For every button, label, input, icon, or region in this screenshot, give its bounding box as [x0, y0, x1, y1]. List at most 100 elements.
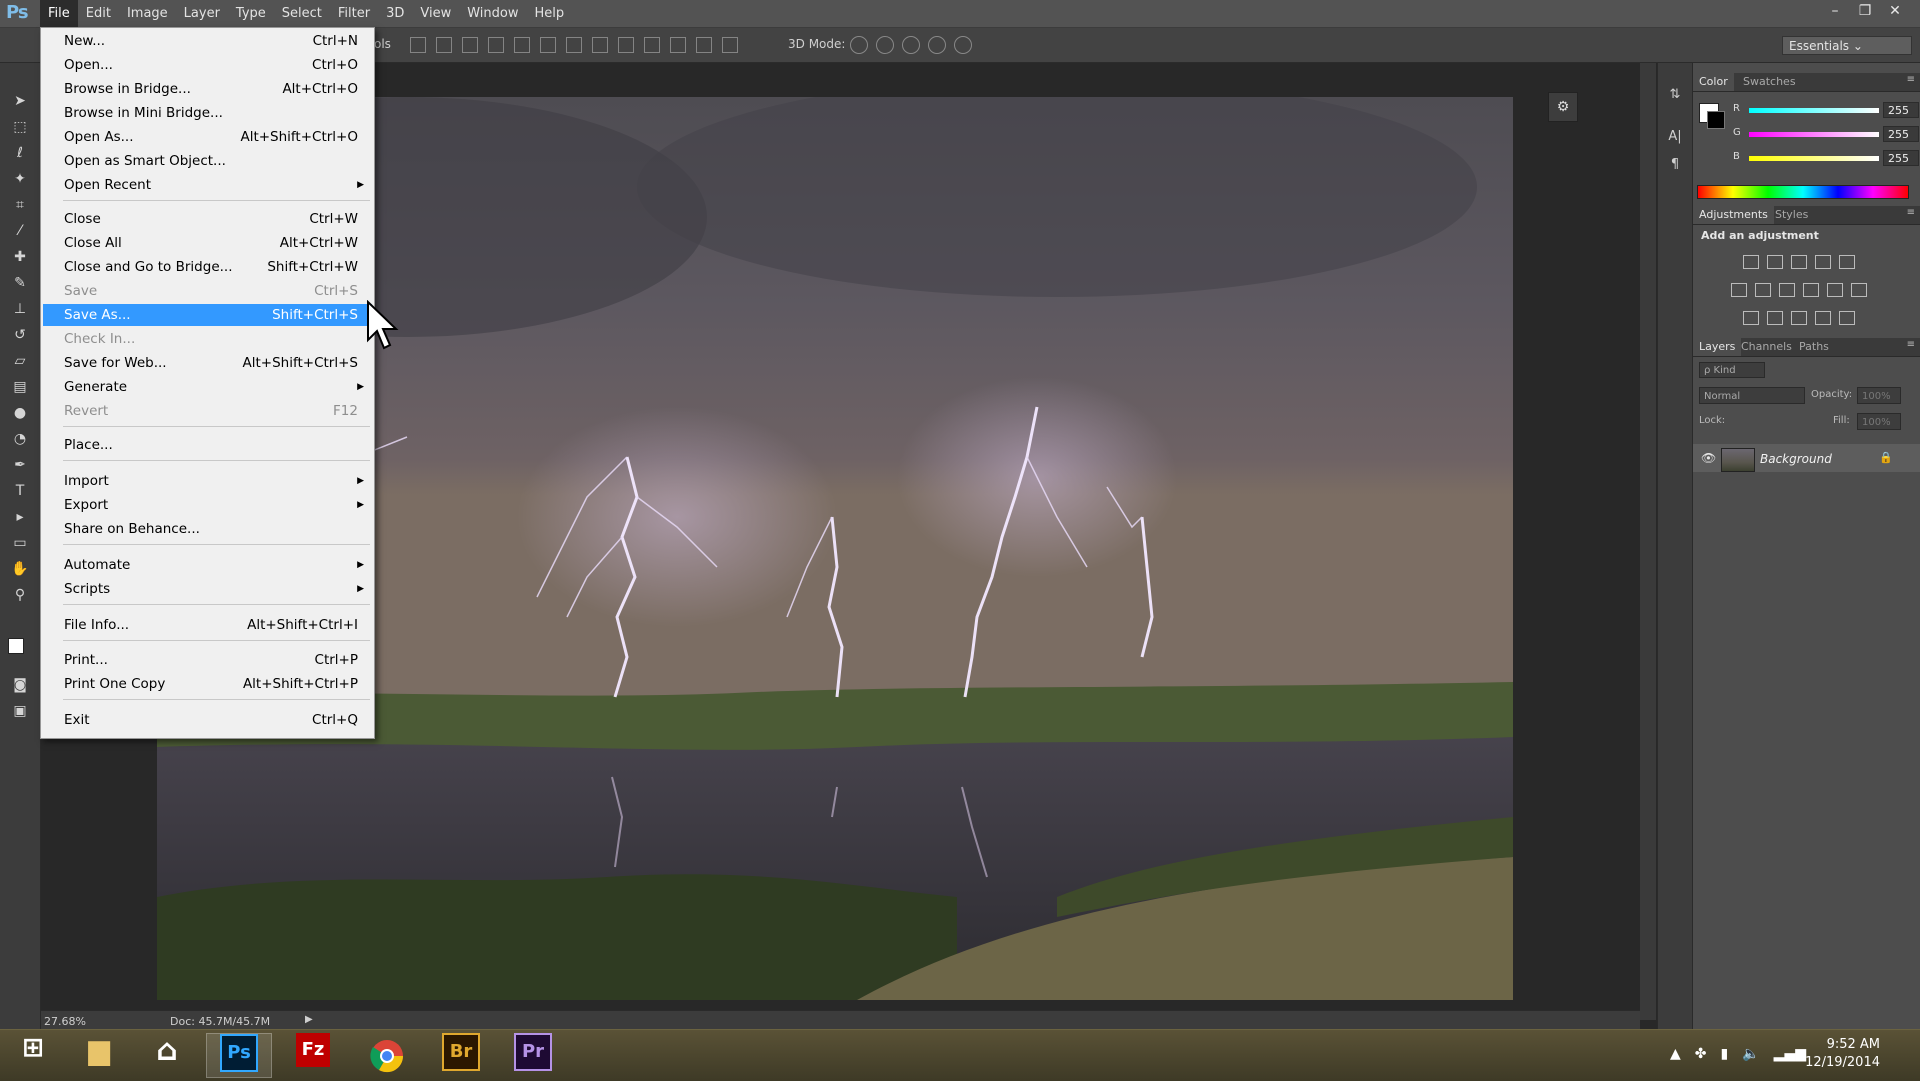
- visibility-eye-icon[interactable]: 👁: [1701, 451, 1716, 465]
- scale-3d-icon[interactable]: [954, 36, 972, 54]
- taskbar-bridge[interactable]: Br: [428, 1033, 494, 1078]
- distribute-hcenter-icon[interactable]: [670, 37, 686, 53]
- menu-item-import[interactable]: Import ▶: [43, 470, 372, 492]
- show-hidden-icons-icon[interactable]: ▲: [1670, 1046, 1681, 1062]
- menu-file[interactable]: File: [40, 0, 78, 27]
- taskbar-clock[interactable]: 9:52 AM 12/19/2014: [1805, 1036, 1880, 1072]
- menu-filter[interactable]: Filter: [330, 0, 378, 27]
- exposure-icon[interactable]: [1815, 255, 1831, 269]
- selective-color-icon[interactable]: [1815, 311, 1831, 325]
- taskbar-chrome[interactable]: [354, 1033, 420, 1078]
- crop-tool-icon[interactable]: ⌗: [10, 195, 30, 215]
- vibrance-icon[interactable]: [1839, 255, 1855, 269]
- character-panel-icon[interactable]: A|: [1666, 129, 1684, 147]
- history-brush-icon[interactable]: ↺: [10, 325, 30, 345]
- clone-stamp-icon[interactable]: ⊥: [10, 299, 30, 319]
- taskbar-photoshop[interactable]: Ps: [206, 1033, 272, 1078]
- green-slider[interactable]: G 255: [1733, 126, 1919, 144]
- menu-item-automate[interactable]: Automate ▶: [43, 554, 372, 576]
- menu-edit[interactable]: Edit: [78, 0, 119, 27]
- menu-item-save-as[interactable]: Save As... Shift+Ctrl+S: [43, 304, 372, 326]
- rotate-3d-icon[interactable]: [850, 36, 868, 54]
- layer-name[interactable]: Background: [1760, 452, 1832, 466]
- red-slider[interactable]: R 255: [1733, 102, 1919, 120]
- menu-image[interactable]: Image: [119, 0, 176, 27]
- black-white-icon[interactable]: [1779, 283, 1795, 297]
- menu-item-check-in[interactable]: Check In...: [43, 328, 372, 350]
- distribute-vcenter-icon[interactable]: [592, 37, 608, 53]
- magic-wand-icon[interactable]: ✦: [10, 169, 30, 189]
- status-menu-arrow-icon[interactable]: ▶: [305, 1014, 313, 1025]
- workspace-select[interactable]: Essentials ⌄: [1782, 36, 1912, 55]
- menu-item-print-one-copy[interactable]: Print One Copy Alt+Shift+Ctrl+P: [43, 673, 372, 695]
- tab-paths[interactable]: Paths: [1793, 338, 1835, 356]
- eraser-tool-icon[interactable]: ▱: [10, 351, 30, 371]
- shape-tool-icon[interactable]: ▭: [10, 533, 30, 553]
- align-left-icon[interactable]: [488, 37, 504, 53]
- menu-item-browse-in-bridge[interactable]: Browse in Bridge... Alt+Ctrl+O: [43, 78, 372, 100]
- move-tool-icon[interactable]: ➤: [10, 91, 30, 111]
- properties-floating-icon[interactable]: ⚙: [1548, 92, 1578, 122]
- auto-align-icon[interactable]: [722, 37, 738, 53]
- foreground-color-swatch[interactable]: [8, 638, 24, 654]
- photo-filter-icon[interactable]: [1803, 283, 1819, 297]
- slide-3d-icon[interactable]: [928, 36, 946, 54]
- type-tool-icon[interactable]: T: [10, 481, 30, 501]
- red-value[interactable]: 255: [1883, 102, 1919, 118]
- paragraph-panel-icon[interactable]: ¶: [1666, 157, 1684, 175]
- restore-icon[interactable]: ❐: [1850, 0, 1880, 22]
- drag-3d-icon[interactable]: [902, 36, 920, 54]
- menu-item-new[interactable]: New... Ctrl+N: [43, 30, 372, 52]
- menu-item-place[interactable]: Place...: [43, 434, 372, 456]
- menu-item-browse-in-mini-bridge[interactable]: Browse in Mini Bridge...: [43, 102, 372, 124]
- dropbox-icon[interactable]: ✤: [1695, 1046, 1707, 1062]
- brush-tool-icon[interactable]: ✎: [10, 273, 30, 293]
- network-signal-icon[interactable]: ▂▄▆: [1774, 1046, 1806, 1062]
- distribute-right-icon[interactable]: [696, 37, 712, 53]
- tab-color[interactable]: Color: [1693, 73, 1734, 91]
- menu-item-share-on-behance[interactable]: Share on Behance...: [43, 518, 372, 540]
- panel-menu-icon[interactable]: ≡: [1907, 339, 1915, 350]
- menu-item-print[interactable]: Print... Ctrl+P: [43, 649, 372, 671]
- battery-icon[interactable]: ▮: [1721, 1046, 1729, 1062]
- align-vcenter-icon[interactable]: [436, 37, 452, 53]
- background-color-chip[interactable]: [1707, 111, 1725, 129]
- tab-adjustments[interactable]: Adjustments: [1693, 206, 1774, 224]
- blur-tool-icon[interactable]: ●: [10, 403, 30, 423]
- align-top-icon[interactable]: [410, 37, 426, 53]
- file-explorer-icon[interactable]: ▆: [66, 1033, 132, 1078]
- menu-item-revert[interactable]: Revert F12: [43, 400, 372, 422]
- hand-tool-icon[interactable]: ✋: [10, 559, 30, 579]
- tab-swatches[interactable]: Swatches: [1737, 73, 1802, 91]
- fill-value[interactable]: 100%: [1857, 413, 1901, 430]
- gradient-tool-icon[interactable]: ▤: [10, 377, 30, 397]
- layer-kind-filter[interactable]: ρ Kind: [1699, 362, 1765, 378]
- opacity-value[interactable]: 100%: [1857, 387, 1901, 404]
- menu-item-export[interactable]: Export ▶: [43, 494, 372, 516]
- menu-item-close-and-go-to-bridge[interactable]: Close and Go to Bridge... Shift+Ctrl+W: [43, 256, 372, 278]
- color-balance-icon[interactable]: [1755, 283, 1771, 297]
- taskbar-filezilla[interactable]: Fz: [280, 1033, 346, 1078]
- gradient-map-icon[interactable]: [1839, 311, 1855, 325]
- brightness-contrast-icon[interactable]: [1743, 255, 1759, 269]
- posterize-icon[interactable]: [1767, 311, 1783, 325]
- menu-item-exit[interactable]: Exit Ctrl+Q: [43, 709, 372, 731]
- blue-value[interactable]: 255: [1883, 150, 1919, 166]
- channel-mixer-icon[interactable]: [1827, 283, 1843, 297]
- taskbar-premiere[interactable]: Pr: [500, 1033, 566, 1078]
- align-hcenter-icon[interactable]: [514, 37, 530, 53]
- hue-saturation-icon[interactable]: [1731, 283, 1747, 297]
- levels-icon[interactable]: [1767, 255, 1783, 269]
- pen-tool-icon[interactable]: ✒: [10, 455, 30, 475]
- dodge-tool-icon[interactable]: ◔: [10, 429, 30, 449]
- start-button-icon[interactable]: ⊞: [0, 1033, 66, 1078]
- menu-window[interactable]: Window: [459, 0, 526, 27]
- quick-mask-icon[interactable]: ◙: [10, 675, 30, 695]
- menu-item-save-for-web[interactable]: Save for Web... Alt+Shift+Ctrl+S: [43, 352, 372, 374]
- screen-mode-icon[interactable]: ▣: [10, 701, 30, 721]
- minimize-icon[interactable]: –: [1820, 0, 1850, 22]
- menu-view[interactable]: View: [412, 0, 459, 27]
- menu-item-save[interactable]: Save Ctrl+S: [43, 280, 372, 302]
- blend-mode-select[interactable]: Normal: [1699, 387, 1805, 404]
- volume-icon[interactable]: 🔈: [1742, 1046, 1759, 1062]
